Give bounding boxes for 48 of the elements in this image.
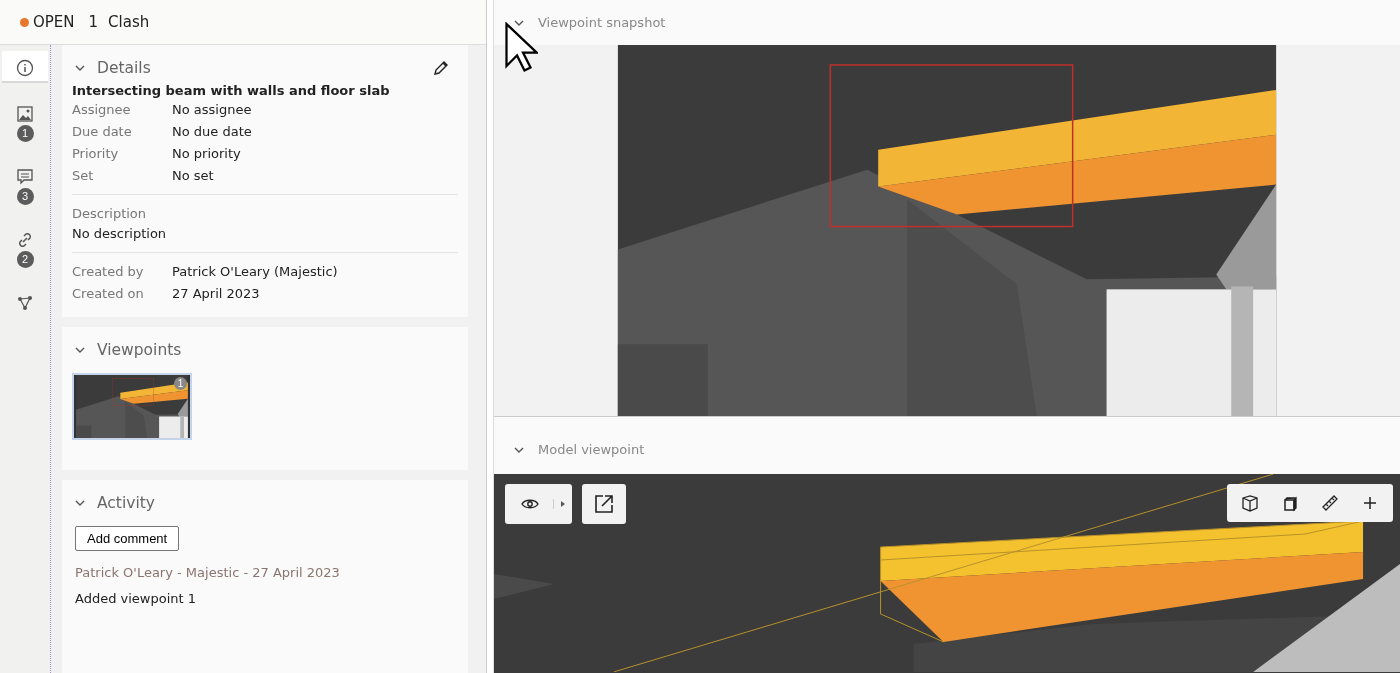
section-title: Viewpoint snapshot (538, 15, 666, 30)
rail-tab[interactable]: 3 (2, 160, 48, 209)
rail-tab[interactable]: 1 (2, 97, 48, 146)
field-label: Created on (72, 286, 145, 301)
field-value: No priority (172, 146, 242, 161)
comment-icon (16, 168, 34, 186)
rail-tab[interactable] (2, 51, 48, 83)
description-text: No description (72, 226, 168, 241)
toolbar-button[interactable] (582, 484, 626, 524)
section-title: Viewpoints (97, 341, 182, 359)
caret-icon[interactable] (553, 499, 566, 509)
section-title: Model viewpoint (538, 442, 645, 457)
issue-type: Clash (108, 13, 150, 31)
status-dot-icon (20, 17, 29, 27)
field-value: No set (172, 168, 215, 183)
activity-byline: Patrick O'Leary - Majestic - 27 April 2023 (75, 565, 341, 580)
ruler-icon[interactable] (1321, 494, 1339, 512)
count-badge: 3 (16, 188, 34, 205)
count-badge: 2 (16, 251, 34, 268)
rail-tab[interactable]: 2 (2, 223, 48, 272)
field-value: Patrick O'Leary (Majestic) (172, 264, 339, 279)
image-icon (16, 105, 34, 123)
field-label: Priority (72, 146, 120, 161)
add-comment-button[interactable]: Add comment (75, 526, 180, 551)
field-value: 27 April 2023 (172, 286, 261, 301)
section-title: Activity (97, 494, 155, 512)
info-icon (16, 59, 34, 77)
graph-icon (16, 294, 34, 312)
pencil-icon[interactable] (432, 59, 450, 77)
issue-title: Intersecting beam with walls and floor slab (72, 83, 391, 98)
section-title: Details (97, 59, 151, 77)
field-value: No assignee (172, 102, 253, 117)
cube-icon[interactable] (1241, 494, 1259, 512)
field-label: Description (72, 206, 148, 221)
link-icon (16, 231, 34, 249)
solid-box-icon[interactable] (1281, 494, 1299, 512)
issue-number: 1 (88, 13, 99, 31)
field-value: No due date (172, 124, 253, 139)
field-label: Assignee (72, 102, 132, 117)
status-label: OPEN (33, 13, 75, 31)
field-label: Created by (72, 264, 145, 279)
field-label: Set (72, 168, 95, 183)
field-label: Due date (72, 124, 133, 139)
viewpoint-thumbnail[interactable]: 1 (72, 373, 192, 440)
plus-icon[interactable] (1361, 494, 1379, 512)
external-link-icon (594, 494, 614, 514)
count-badge: 1 (16, 125, 34, 142)
activity-text: Added viewpoint 1 (75, 591, 198, 606)
